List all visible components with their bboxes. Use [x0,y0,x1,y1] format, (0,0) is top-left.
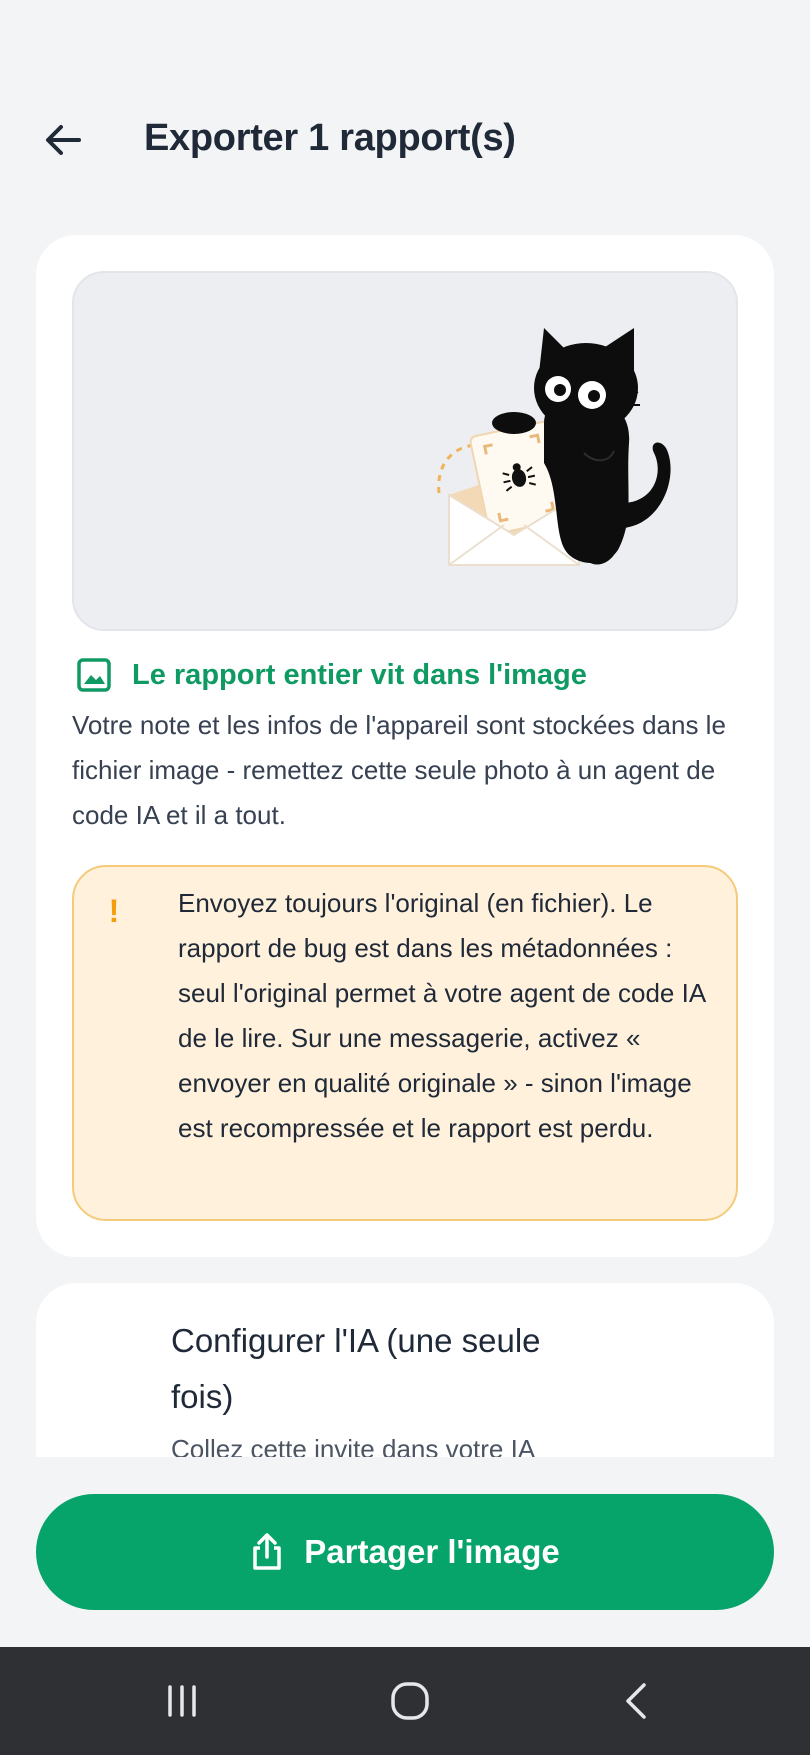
cat-with-envelope-illustration [437,328,671,566]
image-icon [74,655,114,695]
share-image-button[interactable]: Partager l'image [36,1494,774,1610]
ai-setup-title: Configurer l'IA (une seule fois) [171,1322,541,1415]
exclamation-icon: ! [108,893,120,929]
page-title: Exporter 1 rapport(s) [144,117,516,159]
back-button[interactable] [36,113,90,167]
report-image-preview[interactable] [72,271,738,631]
warning-box: ! Envoyez toujours l'original (en fichie… [72,865,738,1221]
share-icon [250,1532,284,1572]
back-chevron-icon [626,1683,646,1719]
warning-text: Envoyez toujours l'original (en fichier)… [178,888,705,1143]
export-card: Le rapport entier vit dans l'image Votre… [36,235,774,1257]
share-button-label: Partager l'image [304,1533,560,1570]
home-button[interactable] [380,1673,440,1729]
recents-icon [168,1685,196,1717]
recents-button[interactable] [152,1673,212,1729]
info-description: Votre note et les infos de l'appareil so… [72,710,726,830]
app-header: Exporter 1 rapport(s) [0,95,810,185]
system-back-button[interactable] [608,1673,668,1729]
home-icon [391,1682,429,1720]
arrow-left-icon [46,125,81,155]
info-title: Le rapport entier vit dans l'image [132,658,587,691]
system-navigation-bar [0,1647,810,1755]
info-heading: Le rapport entier vit dans l'image [74,653,587,697]
